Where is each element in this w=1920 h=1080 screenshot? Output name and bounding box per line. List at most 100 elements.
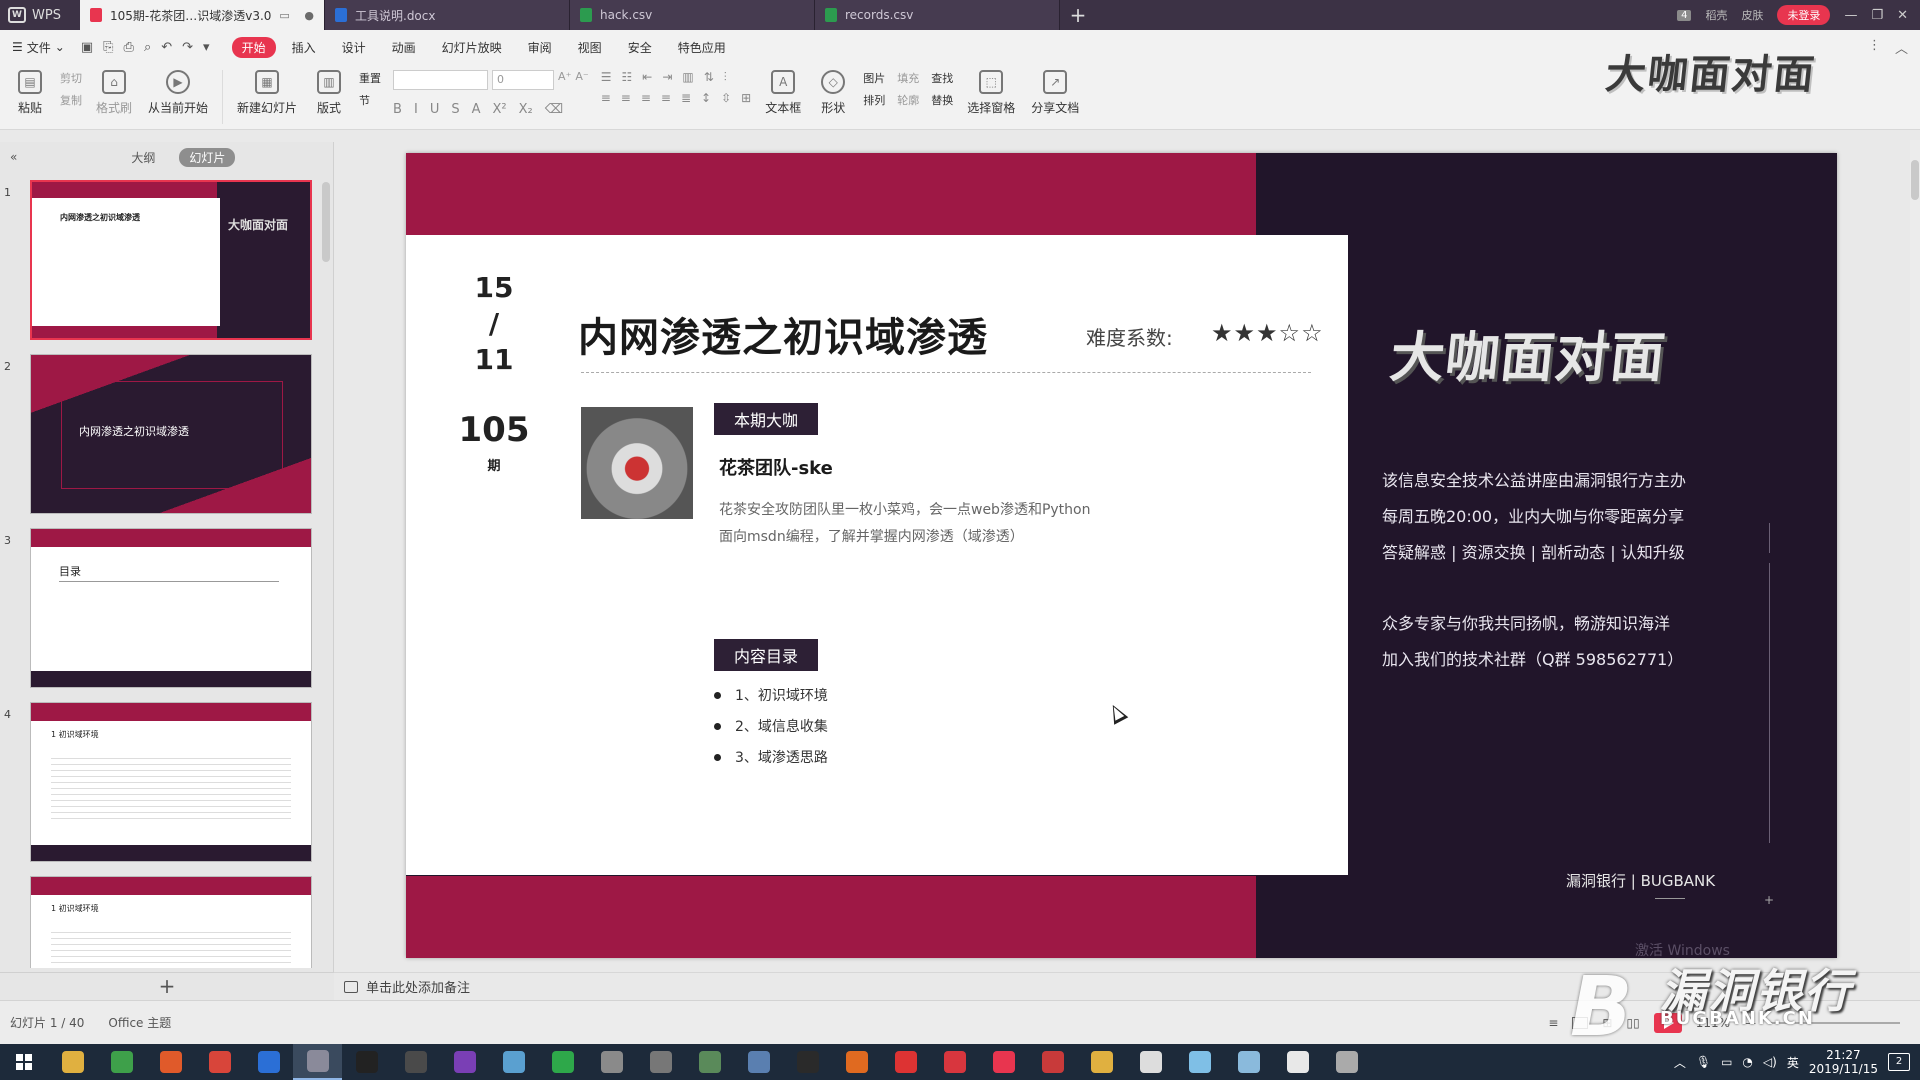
save-icon[interactable]: ▣ <box>81 40 93 55</box>
taskbar-pycharm[interactable] <box>538 1044 587 1080</box>
slide-date[interactable]: 15 / 11 <box>464 270 524 378</box>
line-spacing-icon[interactable]: ↕ <box>701 91 711 105</box>
underline-icon[interactable]: U <box>430 102 440 117</box>
edit-area-scrollbar[interactable] <box>1910 140 1920 970</box>
align-left-icon[interactable]: ≡ <box>601 91 611 105</box>
close-window-icon[interactable]: ✕ <box>1897 8 1908 23</box>
guest-tag[interactable]: 本期大咖 <box>714 403 819 435</box>
superscript-icon[interactable]: X² <box>493 102 507 117</box>
slide-thumb-3[interactable]: 3 目录 <box>4 528 314 688</box>
indent-icon[interactable]: ⇥ <box>662 70 672 85</box>
tab-outline[interactable]: 大纲 <box>131 149 155 166</box>
redo-icon[interactable]: ↷ <box>182 40 193 55</box>
docer-link[interactable]: 稻壳 <box>1705 7 1727 23</box>
tab-presentation[interactable]: 105期-花茶团…识域渗透v3.0 ▭ ● <box>80 0 325 30</box>
copy-button[interactable]: 复制 <box>60 92 82 108</box>
start-button[interactable] <box>0 1044 48 1080</box>
toc-tag[interactable]: 内容目录 <box>714 639 819 671</box>
shape-button[interactable]: ◇ 形状 <box>811 70 855 116</box>
slide-thumb-2[interactable]: 2 内网渗透之初识域渗透 <box>4 354 314 514</box>
add-slide-button[interactable]: + <box>0 972 334 1000</box>
taskbar-firefox[interactable] <box>146 1044 195 1080</box>
taskbar-vm-tool[interactable] <box>636 1044 685 1080</box>
align-right-icon[interactable]: ≡ <box>641 91 651 105</box>
slide-title[interactable]: 内网渗透之初识域渗透 <box>578 305 988 363</box>
bullets-icon[interactable]: ☰ <box>601 70 612 85</box>
tray-expand-icon[interactable]: ︿ <box>1674 1054 1686 1071</box>
select-pane-button[interactable]: ⬚ 选择窗格 <box>961 70 1021 116</box>
taskbar-folder[interactable] <box>1077 1044 1126 1080</box>
align-text-icon[interactable]: ⫶ <box>724 70 727 85</box>
menu-tab-animation[interactable]: 动画 <box>382 37 426 58</box>
menu-tab-design[interactable]: 设计 <box>332 37 376 58</box>
bold-icon[interactable]: B <box>393 102 402 117</box>
tab-slides[interactable]: 幻灯片 <box>179 147 236 167</box>
menu-tab-home[interactable]: 开始 <box>231 36 276 58</box>
wifi-icon[interactable]: ◔ <box>1742 1055 1752 1069</box>
taskbar-netease-music[interactable] <box>930 1044 979 1080</box>
paste-button[interactable]: ▤ 粘贴 <box>8 70 52 116</box>
shrink-font-icon[interactable]: A⁻ <box>575 70 588 90</box>
replace-button[interactable]: 替换 <box>931 92 953 108</box>
notes-toggle-icon[interactable]: ≡ <box>1548 1016 1558 1030</box>
volume-icon[interactable]: ◁) <box>1763 1055 1777 1069</box>
brand-logo[interactable]: 大咖面对面 <box>1387 313 1715 392</box>
taskbar-security-shield[interactable] <box>881 1044 930 1080</box>
italic-icon[interactable]: I <box>414 102 418 117</box>
taskbar-wireshark[interactable] <box>734 1044 783 1080</box>
taskbar-browser-360[interactable] <box>97 1044 146 1080</box>
more-icon[interactable]: ▾ <box>203 40 210 55</box>
taskbar-markdown-pad[interactable] <box>391 1044 440 1080</box>
login-button[interactable]: 未登录 <box>1777 5 1831 25</box>
collapse-ribbon-icon[interactable]: ︿ <box>1895 38 1908 57</box>
taskbar-wps-writer[interactable] <box>244 1044 293 1080</box>
fill-button[interactable]: 填充 <box>897 70 919 86</box>
columns-icon[interactable]: ▥ <box>682 70 693 85</box>
taskbar-recorder[interactable] <box>1322 1044 1371 1080</box>
strikethrough-icon[interactable]: S <box>451 102 459 117</box>
slide-thumb-5[interactable]: 5 1 初识域环境 <box>14 876 314 968</box>
menu-tab-security[interactable]: 安全 <box>618 37 662 58</box>
taskbar-qq-pinyin[interactable] <box>1175 1044 1224 1080</box>
tab-hack-csv[interactable]: hack.csv <box>570 0 815 30</box>
file-menu[interactable]: ☰ 文件 ⌄ <box>12 39 65 56</box>
print-icon[interactable]: ⎙ <box>124 40 134 55</box>
taskbar-chrome[interactable] <box>195 1044 244 1080</box>
clock[interactable]: 21:27 2019/11/15 <box>1809 1048 1878 1076</box>
font-size-input[interactable]: 0 <box>492 70 555 90</box>
menu-tab-slideshow[interactable]: 幻灯片放映 <box>432 37 512 58</box>
taskbar-burp[interactable] <box>832 1044 881 1080</box>
layout-button[interactable]: ▥ 版式 <box>307 70 351 116</box>
grow-font-icon[interactable]: A⁺ <box>558 70 571 90</box>
justify-icon[interactable]: ≡ <box>661 91 671 105</box>
menu-tab-features[interactable]: 特色应用 <box>668 37 736 58</box>
play-from-current-button[interactable]: ▶ 从当前开始 <box>142 70 214 116</box>
outdent-icon[interactable]: ⇤ <box>642 70 652 85</box>
reset-button[interactable]: 重置 <box>359 70 381 86</box>
current-slide[interactable]: 15 / 11 105 期 内网渗透之初识域渗透 难度系数: ★★★☆☆ 本期大… <box>406 153 1837 958</box>
smart-art-icon[interactable]: ⊞ <box>741 91 751 105</box>
taskbar-typora[interactable] <box>342 1044 391 1080</box>
ime-indicator[interactable]: 英 <box>1787 1054 1799 1071</box>
collapse-pane-icon[interactable]: « <box>10 150 17 164</box>
taskbar-redis-tool[interactable] <box>1028 1044 1077 1080</box>
align-center-icon[interactable]: ≡ <box>621 91 631 105</box>
wps-home-tab[interactable]: W WPS <box>0 0 80 30</box>
toc-list[interactable]: 1、初识域环境 2、域信息收集 3、域渗透思路 <box>714 685 828 778</box>
preview-icon[interactable]: ⌕ <box>144 40 151 55</box>
taskbar-file-explorer[interactable] <box>48 1044 97 1080</box>
taskbar-wps-home[interactable] <box>293 1044 342 1080</box>
more-options-icon[interactable]: ⋮ <box>1868 38 1881 57</box>
distribute-icon[interactable]: ≣ <box>681 91 691 105</box>
menu-tab-review[interactable]: 审阅 <box>518 37 562 58</box>
undo-icon[interactable]: ↶ <box>161 40 172 55</box>
thumb-pane-scrollbar[interactable] <box>322 182 330 262</box>
cut-button[interactable]: 剪切 <box>60 70 82 86</box>
tab-docx[interactable]: 工具说明.docx <box>325 0 570 30</box>
menu-tab-insert[interactable]: 插入 <box>282 37 326 58</box>
menu-tab-view[interactable]: 视图 <box>568 37 612 58</box>
outline-button[interactable]: 轮廓 <box>897 92 919 108</box>
skin-link[interactable]: 皮肤 <box>1741 7 1763 23</box>
taskbar-search-tool[interactable] <box>1126 1044 1175 1080</box>
new-slide-button[interactable]: ▦ 新建幻灯片 <box>231 70 303 116</box>
